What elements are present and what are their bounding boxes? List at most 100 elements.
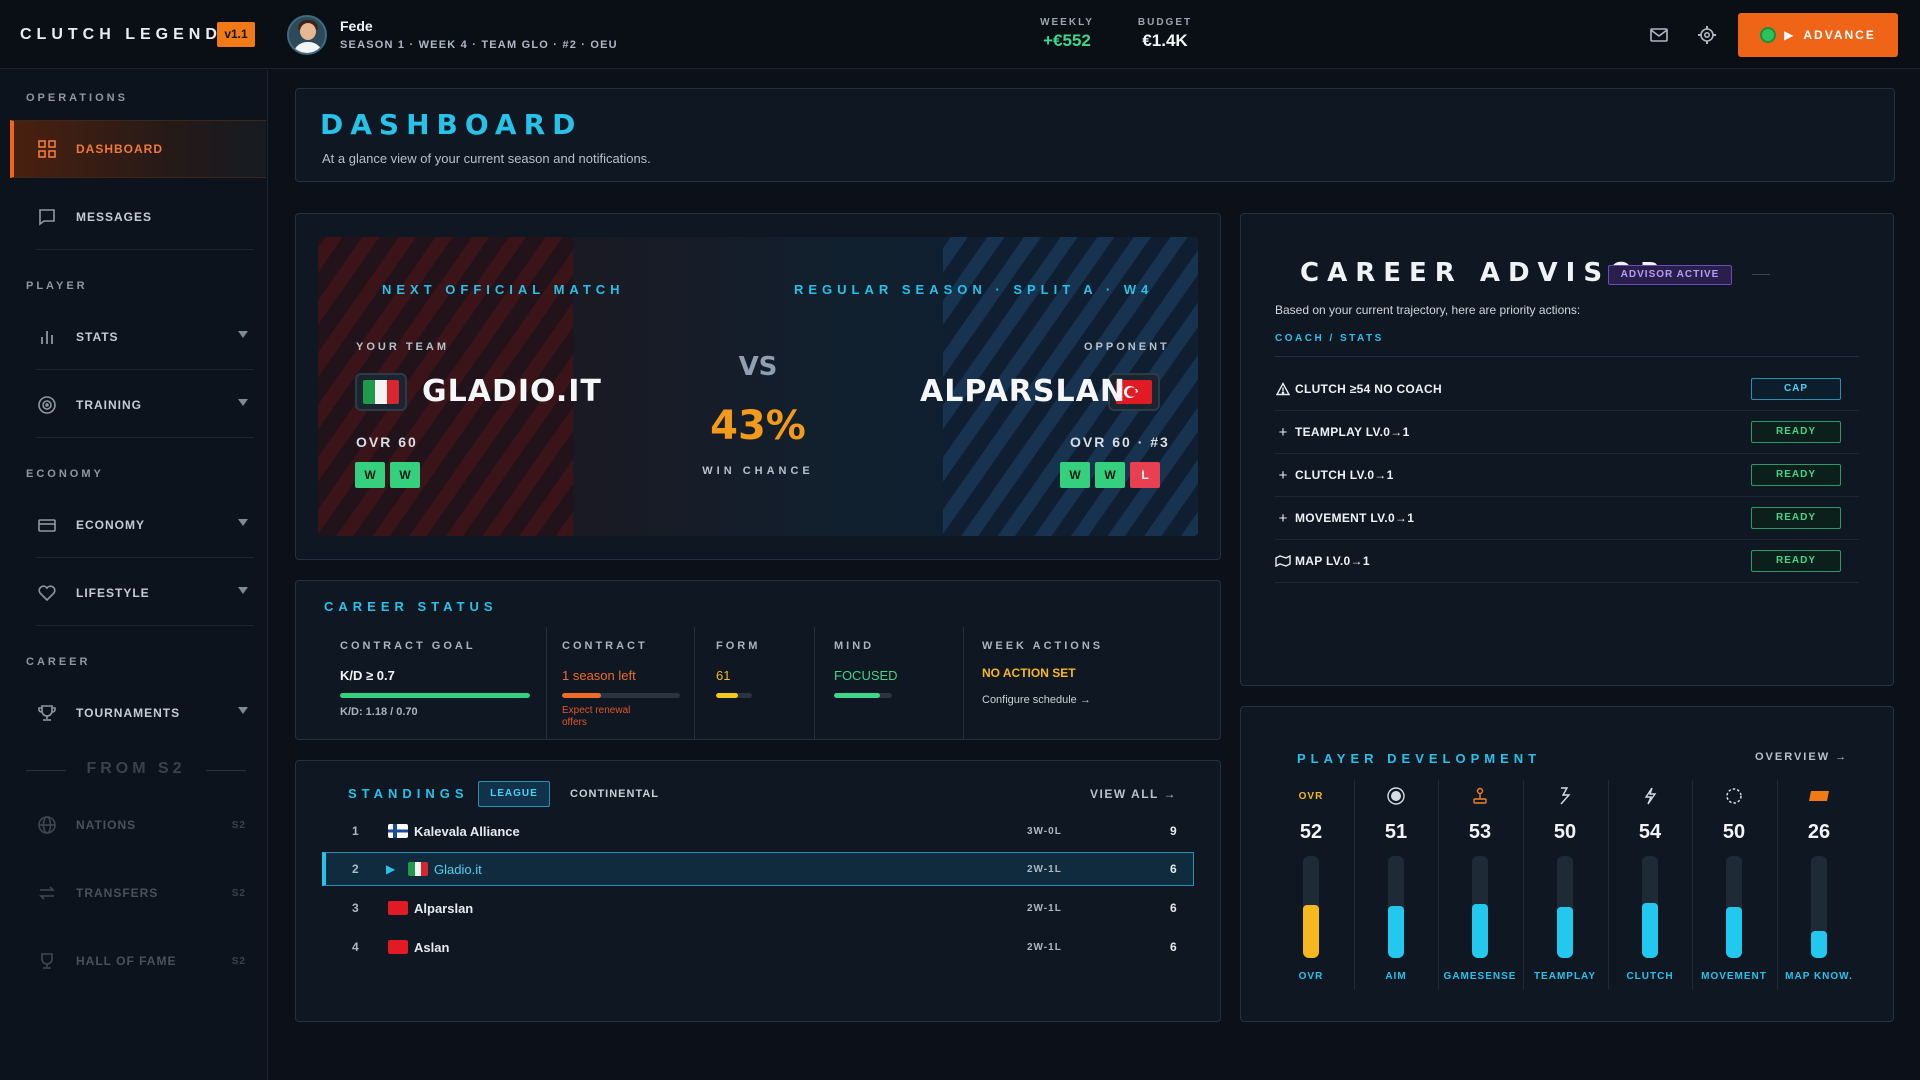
away-team-name: ALPARSLAN	[920, 374, 1126, 409]
mail-icon[interactable]	[1648, 25, 1670, 45]
turkey-flag-icon	[388, 901, 408, 915]
stat-label: MAP KNOW.	[1785, 971, 1853, 982]
sidebar-item-tournaments[interactable]: TOURNAMENTS	[10, 684, 266, 742]
ready-button[interactable]: READY	[1751, 507, 1841, 529]
away-form-badge: W	[1060, 462, 1090, 488]
bar-chart-icon	[36, 326, 58, 348]
week-actions-label: WEEK ACTIONS	[982, 640, 1104, 652]
weekly-value: +€552	[1043, 31, 1091, 50]
page-subtitle: At a glance view of your current season …	[322, 151, 651, 166]
stat-label: MOVEMENT	[1701, 971, 1767, 982]
page-title: DASHBOARD	[320, 108, 583, 141]
stat-column-aim: 51 AIM	[1354, 786, 1438, 986]
chat-icon	[36, 206, 58, 228]
transfer-icon	[36, 882, 58, 904]
tab-league[interactable]: LEAGUE	[478, 781, 550, 807]
advance-button[interactable]: ▶ ADVANCE	[1738, 13, 1898, 57]
win-chance-value: 43%	[710, 403, 806, 449]
budget-value: €1.4K	[1142, 31, 1188, 50]
stat-bar	[1472, 856, 1488, 958]
plus-icon: +	[1278, 509, 1288, 527]
divider	[814, 627, 815, 739]
status-dot-icon	[1760, 27, 1777, 43]
vs-label: VS	[738, 352, 778, 382]
away-form-badge: W	[1095, 462, 1125, 488]
stat-value: 51	[1384, 821, 1408, 843]
table-row[interactable]: 1 Kalevala Alliance 3W-0L 9	[322, 814, 1194, 848]
configure-schedule-link[interactable]: Configure schedule →	[982, 694, 1091, 706]
sidebar-item-label: ECONOMY	[76, 518, 146, 532]
tab-continental[interactable]: CONTINENTAL	[570, 788, 659, 800]
form-label: FORM	[716, 640, 761, 652]
stat-label: AIM	[1385, 971, 1407, 982]
circle-dashed-icon	[1692, 786, 1776, 806]
contract-goal-detail: K/D: 1.18 / 0.70	[340, 706, 418, 718]
divider	[694, 627, 695, 739]
rank-cell: 4	[352, 940, 359, 954]
sidebar-item-stats[interactable]: STATS	[10, 308, 266, 370]
finland-flag-icon	[388, 824, 408, 838]
overview-link[interactable]: OVERVIEW →	[1755, 751, 1848, 763]
target-icon	[36, 394, 58, 416]
stat-column-ovr: OVR 52 OVR	[1269, 786, 1353, 986]
play-icon: ▶	[386, 862, 396, 876]
chevron-down-icon	[238, 331, 248, 338]
sidebar-item-hall-of-fame: HALL OF FAME S2	[10, 932, 266, 990]
contract-goal-bar	[340, 693, 530, 698]
table-row-current-team[interactable]: 2 ▶ Gladio.it 2W-1L 6	[322, 852, 1194, 886]
sidebar-item-economy[interactable]: ECONOMY	[10, 496, 266, 558]
sidebar-item-nations: NATIONS S2	[10, 796, 266, 854]
week-actions-value: NO ACTION SET	[982, 666, 1076, 680]
rank-cell: 2	[352, 862, 359, 876]
bolt-icon	[1608, 786, 1692, 806]
locked-badge: S2	[231, 955, 246, 967]
cap-button[interactable]: CAP	[1751, 378, 1841, 400]
chevron-down-icon	[238, 587, 248, 594]
advisor-action: + CLUTCH LV.0→1 READY	[1275, 454, 1859, 497]
sidebar-item-label: TRAINING	[76, 398, 142, 412]
view-all-link[interactable]: VIEW ALL →	[1090, 787, 1177, 801]
section-operations: OPERATIONS	[26, 92, 128, 104]
record-cell: 2W-1L	[1027, 941, 1062, 953]
stat-column-map-knowledge: 26 MAP KNOW.	[1777, 786, 1861, 986]
record-cell: 2W-1L	[1027, 902, 1062, 914]
ready-button[interactable]: READY	[1751, 550, 1841, 572]
ready-button[interactable]: READY	[1751, 421, 1841, 443]
season-label: REGULAR SEASON · SPLIT A · W4	[794, 282, 1154, 297]
gear-icon[interactable]	[1696, 24, 1718, 46]
mind-block: MIND FOCUSED	[834, 640, 944, 740]
coach-stats-link[interactable]: COACH / STATS	[1275, 333, 1384, 344]
advisor-action-label: MAP LV.0→1	[1295, 554, 1370, 568]
crosshair-icon	[1354, 786, 1438, 806]
sidebar-item-lifestyle[interactable]: LIFESTYLE	[10, 564, 266, 626]
record-cell: 3W-0L	[1027, 825, 1062, 837]
sidebar-item-training[interactable]: TRAINING	[10, 376, 266, 438]
points-cell: 6	[1170, 940, 1177, 954]
sidebar-item-messages[interactable]: MESSAGES	[10, 188, 266, 250]
table-row[interactable]: 4 Aslan 2W-1L 6	[322, 930, 1194, 964]
advisor-action: + MOVEMENT LV.0→1 READY	[1275, 497, 1859, 540]
grid-icon	[36, 138, 58, 160]
divider	[36, 557, 254, 558]
from-s2-divider: FROM S2	[26, 760, 246, 778]
stat-column-teamplay: 50 TEAMPLAY	[1523, 786, 1607, 986]
stat-value: 26	[1807, 821, 1831, 843]
avatar[interactable]	[287, 15, 327, 55]
table-row[interactable]: 3 Alparslan 2W-1L 6	[322, 891, 1194, 925]
away-ovr: OVR 60 · #3	[1070, 434, 1170, 450]
advisor-action-label: MOVEMENT LV.0→1	[1295, 511, 1415, 525]
italy-flag-icon	[355, 373, 407, 411]
plus-icon: +	[1278, 423, 1288, 441]
ready-button[interactable]: READY	[1751, 464, 1841, 486]
sidebar-item-dashboard[interactable]: DASHBOARD	[10, 120, 266, 178]
plus-icon: +	[1278, 466, 1288, 484]
points-cell: 6	[1170, 862, 1177, 876]
section-career: CAREER	[26, 656, 91, 668]
home-team-name: GLADIO.IT	[422, 374, 602, 409]
sidebar-item-label: NATIONS	[76, 818, 137, 832]
home-form-badge: W	[355, 462, 385, 488]
warning-icon	[1275, 381, 1291, 397]
team-cell: Alparslan	[414, 900, 474, 916]
sidebar-item-label: TOURNAMENTS	[76, 706, 181, 720]
stat-label: CLUTCH	[1626, 971, 1674, 982]
